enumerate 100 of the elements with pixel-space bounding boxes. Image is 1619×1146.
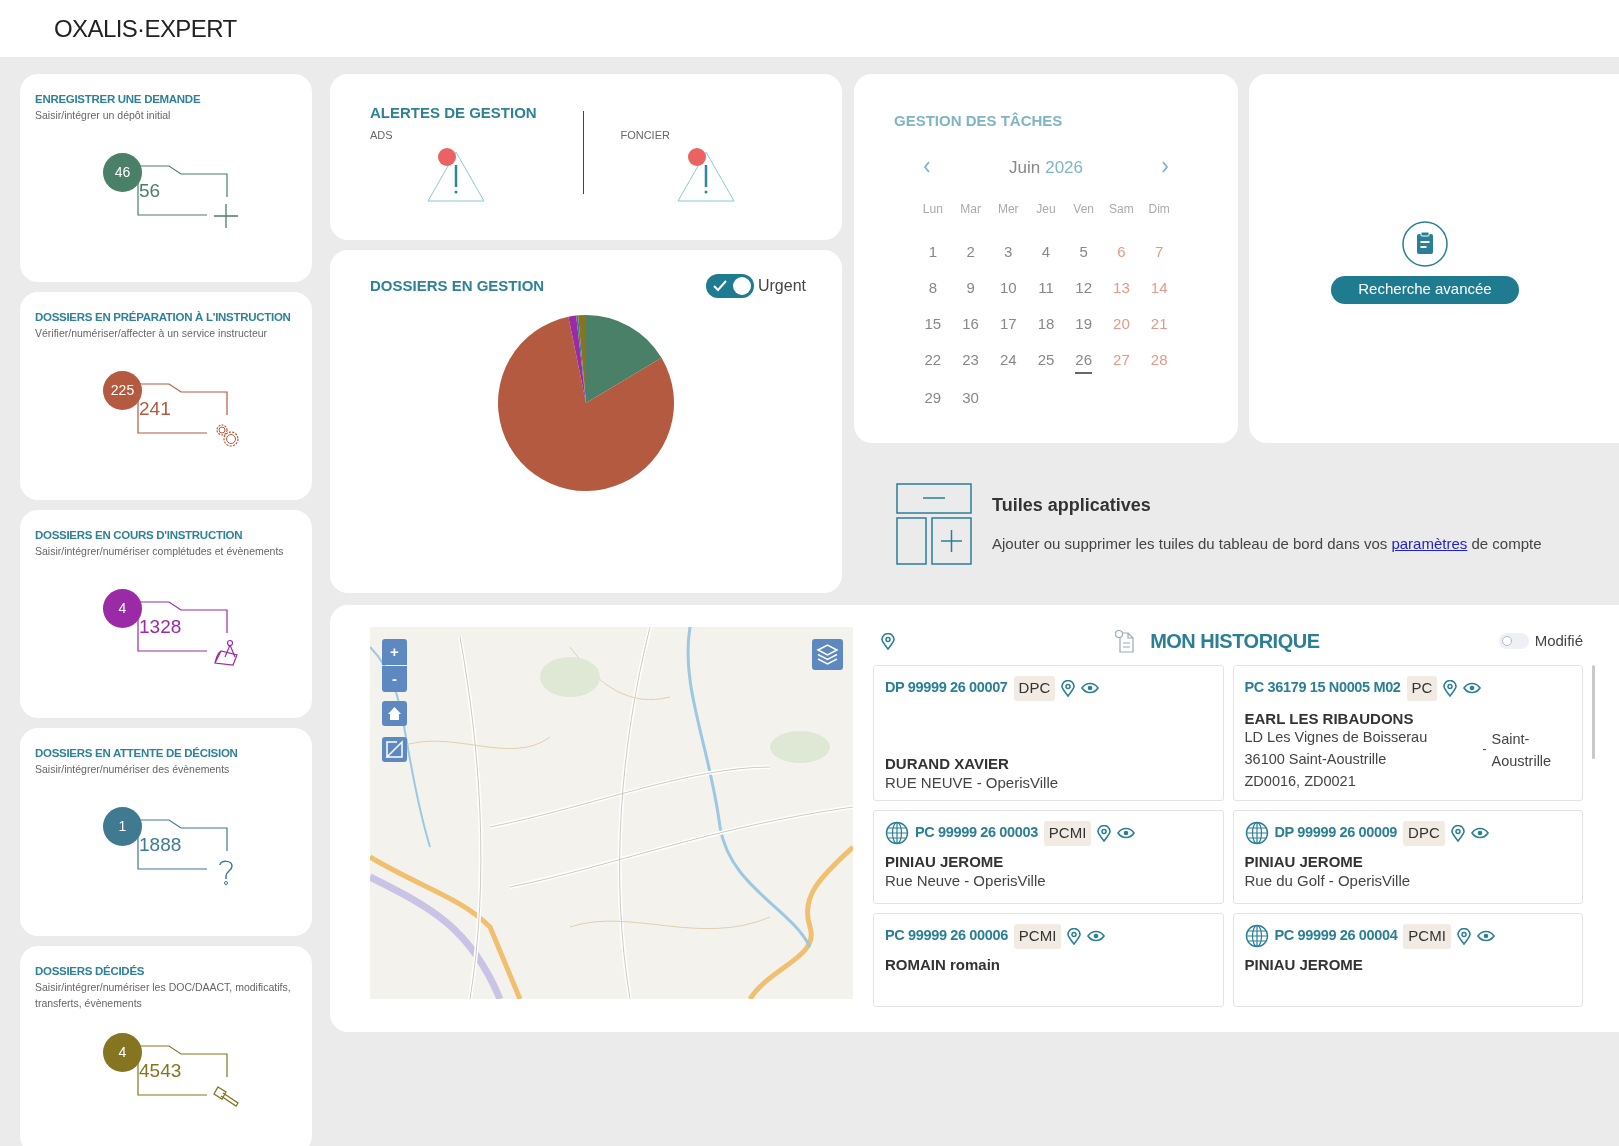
workflow-card[interactable]: DOSSIERS EN ATTENTE DE DÉCISION Saisir/intégrer/numériser des évènements 1 1888	[20, 728, 312, 936]
file-number[interactable]: PC 99999 26 00004	[1274, 925, 1398, 948]
file-number[interactable]: PC 99999 26 00003	[915, 822, 1038, 845]
address-line: LD Les Vignes de Boisserau	[1244, 727, 1429, 746]
workflow-card[interactable]: DOSSIERS EN PRÉPARATION À L'INSTRUCTION Vérifier/numériser/affecter à un service instructeur 225 241	[20, 292, 312, 500]
weekday-label: Dim	[1147, 201, 1171, 218]
eye-icon[interactable]	[1117, 827, 1136, 840]
calendar-day[interactable]: 29	[924, 386, 942, 410]
location-pin-icon[interactable]	[881, 632, 895, 650]
alert-category-label: FONCIER	[620, 127, 671, 143]
address-line: Saint-Aoustrille	[1491, 729, 1553, 771]
card-title: DOSSIERS EN ATTENTE DE DÉCISION	[35, 746, 239, 761]
calendar-day[interactable]: 15	[924, 312, 942, 336]
file-number[interactable]: DP 99999 26 00007	[885, 677, 1008, 700]
count-badge: 1	[103, 806, 142, 846]
calendar-day[interactable]: 18	[1037, 312, 1055, 336]
calendar-day[interactable]: 16	[962, 312, 979, 336]
file-number[interactable]: PC 99999 26 00006	[885, 925, 1008, 948]
history-card[interactable]: PC 36179 15 N0005 M02 PC EARL LES RIBAUDONS LD Les Vignes de Boisserau 36100 Saint-Aoustrille - Saint-Aoustrille ZD0016, ZD0021	[1232, 665, 1583, 801]
file-count: 1328	[139, 615, 182, 638]
calendar-day[interactable]: 5	[1079, 240, 1088, 264]
layers-icon[interactable]	[812, 639, 843, 670]
location-pin-icon[interactable]	[1443, 679, 1458, 697]
scrollbar-thumb[interactable]	[1592, 665, 1595, 759]
calendar-day[interactable]: 14	[1150, 276, 1168, 300]
calendar-day[interactable]: 25	[1037, 348, 1055, 374]
warning-icon[interactable]	[676, 147, 737, 203]
measure-icon[interactable]	[382, 737, 407, 762]
toggle-switch[interactable]	[1498, 633, 1529, 649]
warning-icon[interactable]	[426, 147, 486, 203]
pie-slice[interactable]	[586, 315, 662, 403]
type-tag: DPC	[1403, 821, 1445, 846]
eye-icon[interactable]	[1463, 682, 1482, 695]
calendar-day[interactable]: 27	[1113, 348, 1130, 374]
calendar-day[interactable]: 19	[1075, 312, 1093, 336]
tiles-description: Ajouter ou supprimer les tuiles du tableau de bord dans vos paramètres de compte	[992, 534, 1542, 555]
eye-icon[interactable]	[1087, 930, 1106, 943]
parcel-list: ZD0016, ZD0021	[1244, 771, 1571, 790]
calendar-day[interactable]: 17	[999, 312, 1017, 336]
eye-icon[interactable]	[1081, 682, 1100, 695]
location-pin-icon[interactable]	[1097, 824, 1112, 842]
calendar-day[interactable]: 21	[1150, 312, 1168, 336]
location-pin-icon[interactable]	[1450, 824, 1465, 842]
zoom-in-button[interactable]: +	[382, 639, 407, 665]
calendar-day[interactable]: 20	[1113, 312, 1130, 336]
alert-category-label: ADS	[370, 127, 394, 143]
calendar-day[interactable]: 2	[966, 240, 975, 264]
history-card[interactable]: PC 99999 26 00004 PCMI PINIAU JEROME	[1232, 913, 1583, 1007]
calendar-day[interactable]: 1	[928, 240, 937, 264]
workflow-card[interactable]: DOSSIERS EN COURS D'INSTRUCTION Saisir/intégrer/numériser complétudes et évènements 4 1328	[20, 510, 312, 718]
weekday-label: Jeu	[1035, 201, 1057, 218]
calendar-day[interactable]: 23	[962, 348, 979, 374]
advanced-search-button[interactable]: Recherche avancée	[1331, 275, 1519, 304]
calendar-day[interactable]: 7	[1154, 240, 1164, 264]
location-pin-icon[interactable]	[1456, 927, 1471, 945]
eye-icon[interactable]	[1476, 930, 1495, 943]
calendar-day[interactable]: 4	[1041, 240, 1051, 264]
history-card[interactable]: DP 99999 26 00009 DPC PINIAU JEROME Rue du Golf - OperisVille	[1232, 810, 1583, 904]
calendar-day[interactable]: 26	[1075, 348, 1093, 374]
file-count: 4543	[139, 1059, 182, 1082]
holder-name: DURAND XAVIER	[885, 754, 1010, 773]
calendar-day[interactable]: 13	[1113, 276, 1130, 300]
calendar-day[interactable]: 6	[1117, 240, 1126, 264]
card-title: DOSSIERS EN PRÉPARATION À L'INSTRUCTION	[35, 310, 292, 325]
calendar-day[interactable]: 22	[924, 348, 942, 374]
pie-slice[interactable]	[498, 316, 674, 491]
file-number[interactable]: DP 99999 26 00009	[1274, 822, 1398, 845]
workflow-card[interactable]: ENREGISTRER UNE DEMANDE Saisir/intégrer un dépôt initial 46 56	[20, 74, 312, 282]
settings-link[interactable]: paramètres	[1391, 535, 1468, 553]
file-count: 56	[139, 179, 161, 202]
calendar-day[interactable]: 24	[999, 348, 1017, 374]
calendar-day[interactable]: 8	[928, 276, 937, 300]
calendar-year: 2026	[1045, 156, 1083, 179]
card-subtitle: Saisir/intégrer/numériser complétudes et évènements	[35, 544, 285, 559]
history-card[interactable]: PC 99999 26 00006 PCMI ROMAIN romain	[873, 913, 1224, 1007]
calendar-day[interactable]: 30	[962, 386, 979, 410]
card-subtitle: Saisir/intégrer/numériser les DOC/DAACT, modificatifs, transferts, évènements	[35, 980, 292, 1011]
history-title: MON HISTORIQUE	[1150, 629, 1320, 654]
history-card[interactable]: PC 99999 26 00003 PCMI PINIAU JEROME Rue Neuve - OperisVille	[873, 810, 1224, 904]
tiles-layout-icon	[896, 483, 972, 565]
history-card[interactable]: DP 99999 26 00007 DPC DURAND XAVIER RUE NEUVE - OperisVille	[873, 665, 1224, 801]
calendar-day[interactable]: 28	[1150, 348, 1168, 374]
calendar-day[interactable]: 10	[999, 276, 1017, 300]
calendar-day[interactable]: 11	[1038, 276, 1054, 300]
location-pin-icon[interactable]	[1067, 927, 1082, 945]
calendar-day[interactable]: 3	[1004, 240, 1013, 264]
eye-icon[interactable]	[1470, 827, 1489, 840]
address-line: 36100 Saint-Aoustrille	[1244, 749, 1388, 768]
address-line: RUE NEUVE - OperisVille	[885, 773, 1060, 792]
calendar-day[interactable]: 12	[1075, 276, 1093, 300]
toggle-switch[interactable]	[705, 274, 754, 298]
holder-name: EARL LES RIBAUDONS	[1244, 708, 1415, 728]
workflow-card[interactable]: DOSSIERS DÉCIDÉS Saisir/intégrer/numériser les DOC/DAACT, modificatifs, transferts, évènements 4 4543	[20, 946, 312, 1146]
calendar-day[interactable]: 9	[966, 276, 975, 300]
location-pin-icon[interactable]	[1061, 679, 1076, 697]
file-number[interactable]: PC 36179 15 N0005 M02	[1244, 677, 1401, 700]
zoom-out-button[interactable]: -	[382, 666, 407, 692]
separator-text: -	[1482, 740, 1487, 758]
home-icon[interactable]	[382, 701, 407, 726]
toggle-label: Urgent	[757, 276, 806, 296]
